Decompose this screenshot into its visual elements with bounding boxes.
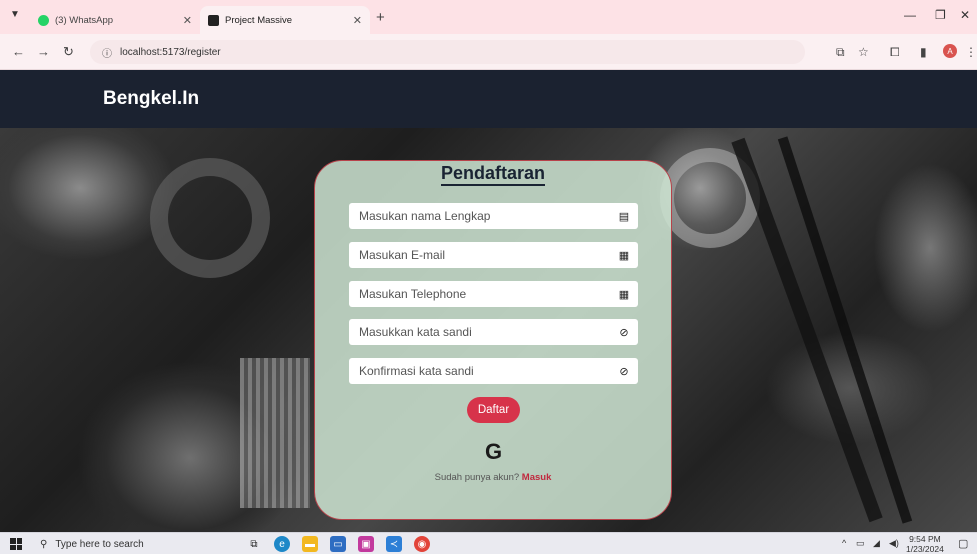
contact-icon: ▦	[618, 249, 630, 262]
gear-decoration	[150, 158, 270, 278]
eye-slash-icon[interactable]: ⊘	[610, 365, 638, 378]
bookmark-star-icon[interactable]: ☆	[858, 45, 869, 59]
tray-chevron-icon[interactable]: ^	[842, 538, 846, 548]
tab-label: Project Massive	[225, 14, 293, 26]
whatsapp-icon	[38, 14, 49, 26]
project-favicon-icon	[208, 14, 219, 26]
contact-icon: ▦	[618, 288, 630, 301]
form-title: Pendaftaran	[315, 163, 671, 186]
edge-icon[interactable]: e	[274, 536, 290, 552]
url-field[interactable]: ⓘ localhost:5173/register	[90, 40, 805, 64]
password-field[interactable]: ⊘	[349, 319, 638, 345]
taskbar-search[interactable]: ⚲ Type here to search	[40, 536, 230, 552]
volume-icon[interactable]: ◀)	[889, 538, 899, 549]
side-panel-icon[interactable]: ▮	[920, 45, 927, 59]
fullname-input[interactable]	[349, 203, 610, 229]
google-icon[interactable]: G	[485, 439, 502, 465]
password-input[interactable]	[349, 319, 610, 345]
belt-decoration	[731, 137, 883, 523]
belt-decoration	[777, 136, 913, 524]
reload-icon[interactable]: ↻	[63, 44, 74, 60]
translate-icon[interactable]: ⧉	[836, 45, 845, 60]
task-view-icon[interactable]: ⧉	[246, 536, 262, 552]
windows-taskbar: ⚲ Type here to search ⧉ e ▬ ▭ ▣ ≺ ◉ ^ ▭ …	[0, 532, 977, 554]
store-icon[interactable]: ▭	[330, 536, 346, 552]
email-input[interactable]	[349, 242, 610, 268]
login-prompt-text: Sudah punya akun?	[434, 472, 520, 483]
chrome-icon[interactable]: ◉	[414, 536, 430, 552]
restore-icon[interactable]: ❐	[935, 8, 946, 22]
telephone-input[interactable]	[349, 281, 610, 307]
confirm-password-input[interactable]	[349, 358, 610, 384]
file-explorer-icon[interactable]: ▬	[302, 536, 318, 552]
site-info-icon[interactable]: ⓘ	[102, 45, 112, 60]
extensions-icon[interactable]: ⧠	[890, 45, 900, 60]
register-card: Pendaftaran ▤ ▦ ▦ ⊘ ⊘ Daftar G Sudah pun…	[314, 160, 672, 520]
register-button[interactable]: Daftar	[467, 397, 520, 423]
tab-search-chevron-icon[interactable]: ▼	[10, 9, 20, 20]
tab-whatsapp[interactable]: (3) WhatsApp ✕	[30, 6, 200, 34]
profile-avatar-icon[interactable]: A	[943, 44, 957, 58]
back-icon[interactable]: ←	[12, 44, 25, 59]
new-tab-icon[interactable]: +	[376, 9, 385, 26]
tab-label: (3) WhatsApp	[55, 14, 114, 26]
close-icon[interactable]: ✕	[353, 14, 362, 27]
taskbar-clock[interactable]: 9:54 PM 1/23/2024	[906, 534, 944, 554]
window-close-icon[interactable]: ✕	[960, 8, 970, 22]
alternator-decoration	[240, 358, 310, 508]
notifications-icon[interactable]: ▢	[958, 537, 968, 550]
clock-time: 9:54 PM	[909, 534, 941, 544]
tab-project-massive[interactable]: Project Massive ✕	[200, 6, 370, 34]
battery-icon[interactable]: ▭	[856, 538, 865, 549]
taskbar-search-text: Type here to search	[55, 538, 144, 550]
telephone-field[interactable]: ▦	[349, 281, 638, 307]
brand-logo[interactable]: Bengkel.In	[103, 88, 199, 110]
search-icon: ⚲	[40, 538, 48, 550]
minimize-icon[interactable]: —	[904, 8, 916, 22]
email-field[interactable]: ▦	[349, 242, 638, 268]
windows-start-icon[interactable]	[10, 538, 22, 550]
id-card-icon: ▤	[618, 210, 630, 223]
app-icon[interactable]: ▣	[358, 536, 374, 552]
login-link[interactable]: Masuk	[522, 472, 552, 483]
close-icon[interactable]: ✕	[183, 14, 192, 27]
address-bar-row: ← → ↻ ⓘ localhost:5173/register ⧉ ☆ ⧠ ▮ …	[0, 34, 977, 70]
clock-date: 1/23/2024	[906, 544, 944, 554]
forward-icon[interactable]: →	[37, 44, 50, 59]
login-prompt: Sudah punya akun? Masuk	[315, 472, 671, 483]
confirm-password-field[interactable]: ⊘	[349, 358, 638, 384]
network-icon[interactable]: ◢	[873, 538, 880, 549]
menu-icon[interactable]: ⋮	[965, 45, 977, 59]
fullname-field[interactable]: ▤	[349, 203, 638, 229]
eye-slash-icon[interactable]: ⊘	[610, 326, 638, 339]
url-text: localhost:5173/register	[120, 46, 221, 58]
vscode-icon[interactable]: ≺	[386, 536, 402, 552]
app-header: Bengkel.In	[0, 70, 977, 128]
browser-tab-bar: ▼ (3) WhatsApp ✕ Project Massive ✕ + — ❐…	[0, 0, 977, 34]
